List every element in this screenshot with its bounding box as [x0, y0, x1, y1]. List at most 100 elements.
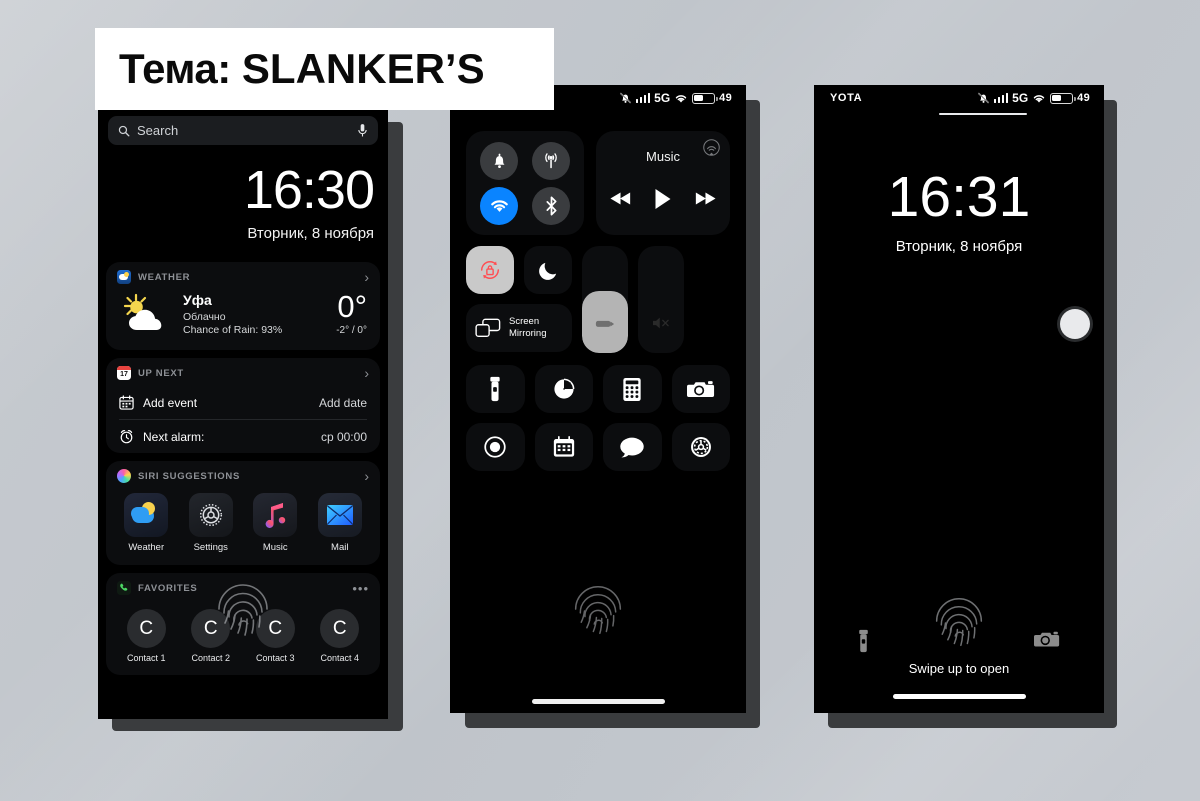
volume-slider[interactable] — [638, 246, 684, 353]
contact-name: Contact 3 — [255, 653, 295, 664]
chevron-right-icon[interactable]: › — [364, 366, 369, 380]
siri-suggestions-label: SIRI SUGGESTIONS — [138, 470, 240, 482]
siri-app-mail[interactable]: Mail — [312, 493, 368, 553]
favorite-contact[interactable]: C Contact 2 — [183, 609, 239, 663]
siri-app-weather[interactable]: Weather — [118, 493, 174, 553]
wifi-icon — [490, 199, 508, 212]
battery-icon — [1050, 92, 1076, 104]
calculator-button[interactable] — [603, 365, 662, 413]
status-underline — [939, 113, 1027, 115]
siri-app-settings[interactable]: Settings — [183, 493, 239, 553]
timer-icon — [554, 378, 575, 399]
messages-bubble-icon — [620, 437, 644, 457]
battery-icon — [692, 92, 718, 104]
fingerprint-area[interactable] — [814, 593, 1104, 653]
side-button-icon[interactable] — [1060, 309, 1090, 339]
weather-widget-header: WEATHER › — [106, 262, 380, 290]
contact-name: Contact 2 — [191, 653, 231, 664]
timer-button[interactable] — [534, 365, 593, 413]
network-label: 5G — [654, 91, 671, 105]
home-indicator[interactable] — [892, 694, 1026, 699]
fingerprint-icon[interactable] — [571, 581, 625, 641]
clock-time: 16:30 — [243, 160, 375, 220]
status-bar: YOTA 5G 49 — [814, 85, 1104, 111]
network-label: 5G — [1012, 91, 1029, 105]
contact-name: Contact 4 — [320, 653, 360, 664]
mail-envelope-icon — [317, 493, 362, 538]
next-alarm-row[interactable]: Next alarm: ср 00:00 — [106, 420, 380, 453]
siri-app-label: Settings — [193, 542, 228, 554]
signal-bars-icon — [993, 93, 1009, 103]
now-playing-panel[interactable]: Music — [596, 131, 730, 235]
camera-button[interactable] — [671, 365, 730, 413]
cellular-data-toggle[interactable] — [532, 141, 570, 180]
weather-widget[interactable]: WEATHER › Уфа Облачно Chance of Rain: 93… — [106, 262, 380, 351]
messages-button[interactable] — [603, 423, 662, 471]
airplay-audio-icon[interactable] — [703, 139, 720, 156]
home-indicator[interactable] — [531, 699, 665, 704]
settings-gear-icon — [188, 493, 233, 538]
sun-behind-cloud-icon — [123, 294, 162, 331]
phone-2-screen: 5G 49 Music Screen Mirroring — [450, 85, 746, 713]
speaker-mute-icon — [653, 317, 669, 329]
fast-forward-icon[interactable] — [694, 191, 716, 206]
siri-app-music[interactable]: Music — [247, 493, 303, 553]
chevron-right-icon[interactable]: › — [364, 469, 369, 483]
today-clock: 16:30 Вторник, 8 ноября — [98, 145, 388, 262]
flashlight-button[interactable] — [466, 365, 525, 413]
cellular-antenna-icon — [545, 152, 557, 168]
screen-mirroring-button[interactable]: Screen Mirroring — [466, 304, 572, 352]
up-next-label: UP NEXT — [138, 367, 184, 379]
add-event-row[interactable]: Add event Add date — [106, 386, 380, 419]
weather-app-icon — [117, 270, 131, 284]
music-note-icon — [253, 493, 298, 538]
search-placeholder: Search — [137, 123, 179, 138]
lock-bottom-area: Swipe up to open — [814, 593, 1104, 713]
add-event-label: Add event — [143, 395, 198, 410]
favorite-contact[interactable]: C Contact 4 — [312, 609, 368, 663]
bluetooth-toggle[interactable] — [532, 186, 570, 225]
favorites-widget[interactable]: FAVORITES ••• C Contact 1 C Contact 2 C … — [106, 573, 380, 676]
bell-slash-icon — [619, 92, 631, 104]
rotation-lock-toggle[interactable] — [466, 246, 514, 294]
favorites-more-button[interactable]: ••• — [352, 582, 369, 595]
brightness-slider[interactable] — [582, 246, 628, 353]
avatar: C — [255, 609, 295, 649]
battery-percent: 49 — [719, 92, 732, 104]
calendar-icon — [119, 395, 134, 411]
do-not-disturb-toggle[interactable] — [524, 246, 572, 294]
weather-temp-range: -2° / 0° — [336, 325, 367, 337]
favorite-contact[interactable]: C Contact 1 — [118, 609, 174, 663]
rotation-lock-icon — [480, 260, 500, 280]
bluetooth-icon — [545, 196, 557, 215]
up-next-widget[interactable]: 17 UP NEXT › Add event Add date Next ala… — [106, 358, 380, 454]
settings-button[interactable] — [671, 423, 730, 471]
play-icon[interactable] — [654, 188, 672, 210]
flashlight-icon[interactable] — [858, 629, 869, 653]
microphone-icon[interactable] — [357, 123, 368, 138]
screen-record-button[interactable] — [466, 423, 525, 471]
add-date-value[interactable]: Add date — [319, 396, 367, 410]
signal-bars-icon — [635, 93, 651, 103]
screen-mirroring-label: Screen Mirroring — [509, 316, 546, 340]
camera-icon[interactable] — [1034, 629, 1060, 649]
rewind-icon[interactable] — [610, 191, 632, 206]
lock-quick-actions — [814, 629, 1104, 653]
favorites-label: FAVORITES — [138, 582, 198, 594]
theme-title-name: SLANKER’S — [241, 45, 485, 92]
ringer-toggle[interactable] — [480, 141, 518, 180]
camera-icon — [686, 381, 714, 398]
calendar-icon — [553, 436, 574, 457]
search-bar[interactable]: Search — [108, 116, 378, 145]
flashlight-icon — [490, 376, 500, 402]
chevron-right-icon[interactable]: › — [364, 270, 369, 284]
favorite-contact[interactable]: C Contact 3 — [247, 609, 303, 663]
siri-suggestions-widget[interactable]: SIRI SUGGESTIONS › Weather Settings Musi… — [106, 461, 380, 566]
weather-temperature: 0° — [337, 289, 367, 324]
bell-slash-icon — [977, 92, 989, 104]
swipe-hint-label: Swipe up to open — [908, 661, 1010, 676]
calendar-button[interactable] — [534, 423, 593, 471]
wifi-toggle[interactable] — [480, 186, 518, 225]
contact-name: Contact 1 — [126, 653, 166, 664]
alarm-clock-icon — [120, 430, 133, 444]
